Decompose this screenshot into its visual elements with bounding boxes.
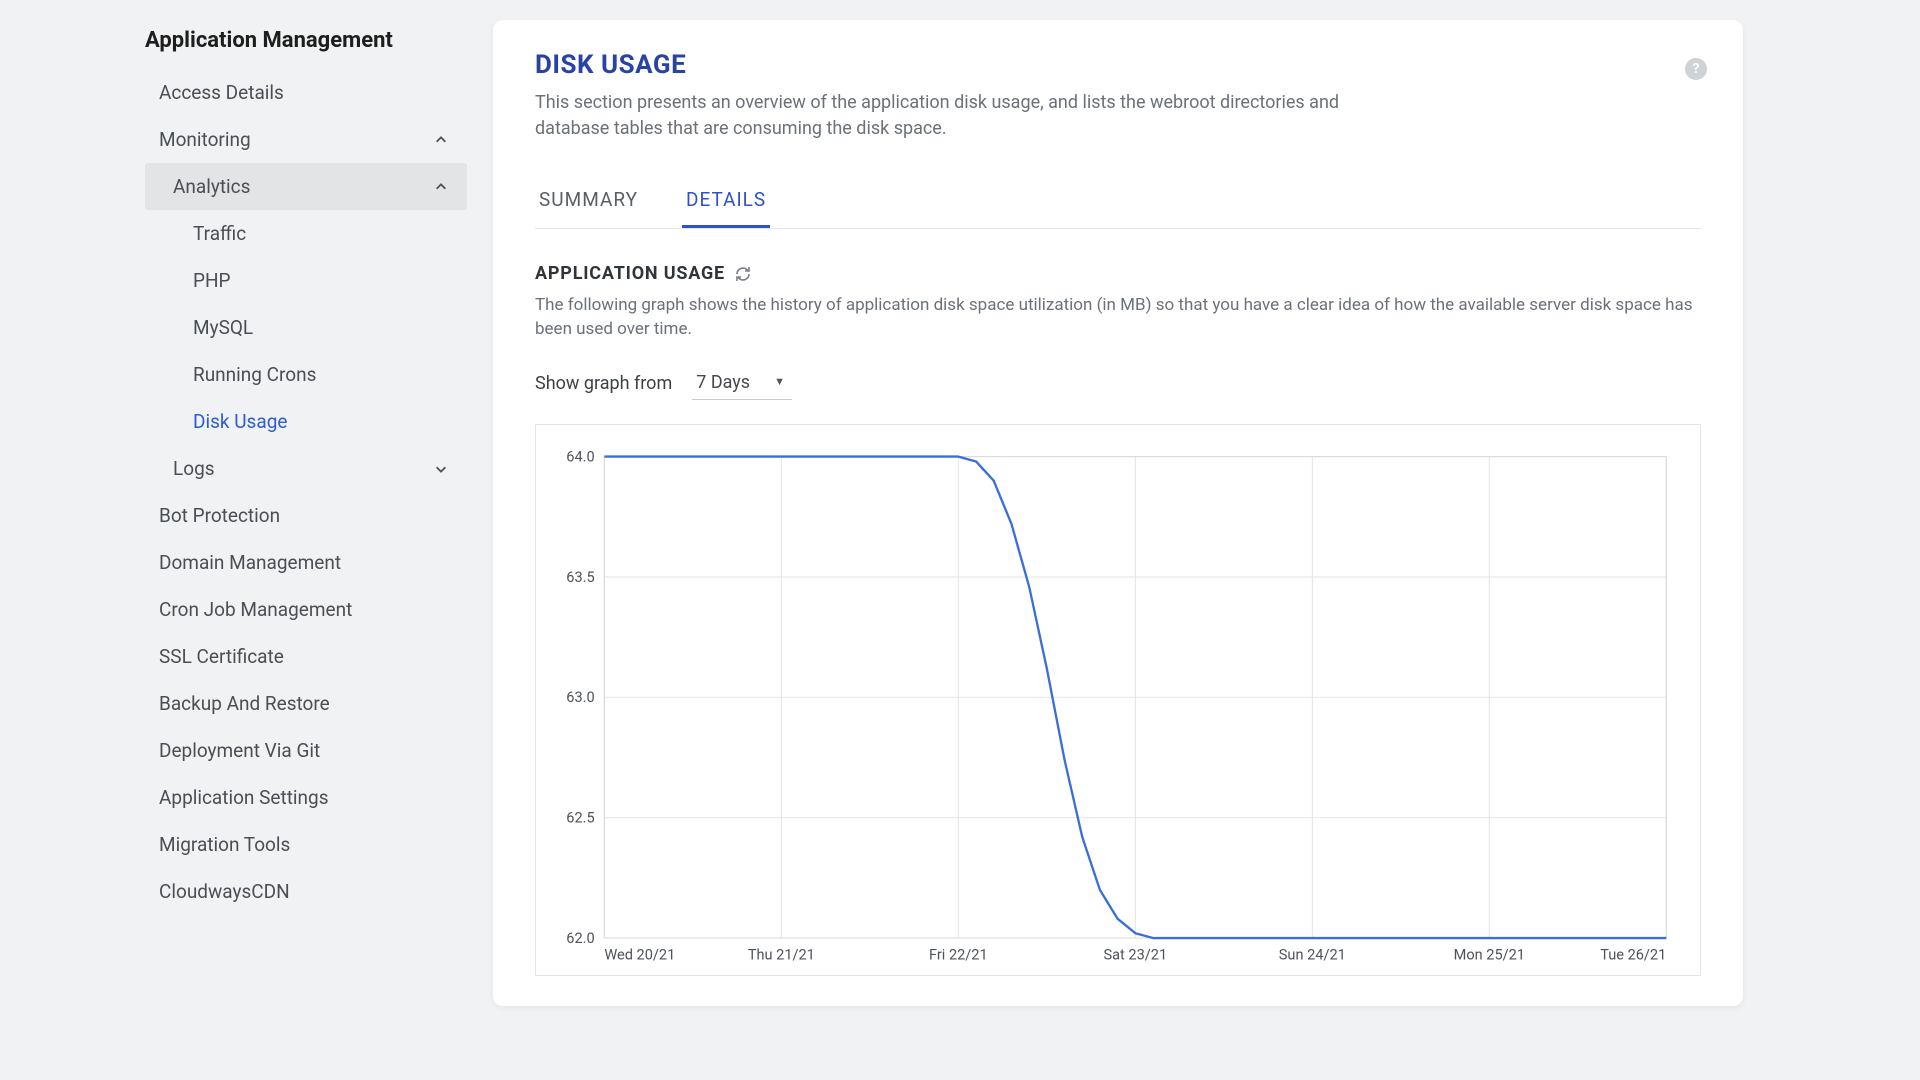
tab-bar: SUMMARY DETAILS bbox=[535, 188, 1701, 229]
sidebar-item-cron-job-management[interactable]: Cron Job Management bbox=[145, 586, 467, 633]
sidebar-item-label: Migration Tools bbox=[159, 833, 290, 856]
sidebar-item-bot-protection[interactable]: Bot Protection bbox=[145, 492, 467, 539]
svg-text:62.5: 62.5 bbox=[566, 808, 594, 826]
sidebar-item-label: Application Settings bbox=[159, 786, 329, 809]
sidebar-item-mysql[interactable]: MySQL bbox=[145, 304, 467, 351]
sidebar-item-label: Running Crons bbox=[193, 363, 316, 386]
sidebar-item-domain-management[interactable]: Domain Management bbox=[145, 539, 467, 586]
range-select[interactable]: 7 Days ▼ bbox=[692, 368, 792, 400]
sidebar-item-label: SSL Certificate bbox=[159, 645, 284, 668]
section-description: The following graph shows the history of… bbox=[535, 294, 1701, 342]
sidebar-item-disk-usage[interactable]: Disk Usage bbox=[145, 398, 467, 445]
sidebar-item-label: Bot Protection bbox=[159, 504, 280, 527]
sidebar-item-label: MySQL bbox=[193, 316, 253, 339]
svg-text:62.0: 62.0 bbox=[566, 929, 594, 947]
sidebar-item-label: Traffic bbox=[193, 222, 246, 245]
range-value: 7 Days bbox=[696, 372, 750, 393]
main-card: ? DISK USAGE This section presents an ov… bbox=[493, 20, 1743, 1006]
svg-text:Sat 23/21: Sat 23/21 bbox=[1104, 945, 1168, 963]
sidebar: Application Management Access Details Mo… bbox=[145, 20, 467, 1006]
svg-text:63.0: 63.0 bbox=[566, 688, 594, 706]
svg-text:64.0: 64.0 bbox=[566, 447, 594, 465]
sidebar-item-label: Access Details bbox=[159, 81, 284, 104]
sidebar-item-ssl-certificate[interactable]: SSL Certificate bbox=[145, 633, 467, 680]
chevron-up-icon bbox=[433, 132, 449, 148]
sidebar-item-analytics[interactable]: Analytics bbox=[145, 163, 467, 210]
refresh-icon[interactable] bbox=[735, 266, 751, 282]
sidebar-item-application-settings[interactable]: Application Settings bbox=[145, 774, 467, 821]
page-title: DISK USAGE bbox=[535, 50, 1701, 80]
chevron-up-icon bbox=[433, 179, 449, 195]
chevron-down-icon bbox=[433, 461, 449, 477]
sidebar-item-label: CloudwaysCDN bbox=[159, 880, 290, 903]
section-title: APPLICATION USAGE bbox=[535, 263, 725, 284]
svg-text:63.5: 63.5 bbox=[566, 568, 594, 586]
sidebar-item-label: PHP bbox=[193, 269, 231, 292]
sidebar-item-label: Domain Management bbox=[159, 551, 341, 574]
sidebar-item-label: Analytics bbox=[173, 175, 250, 198]
svg-text:Thu 21/21: Thu 21/21 bbox=[748, 945, 815, 963]
page-description: This section presents an overview of the… bbox=[535, 90, 1385, 142]
sidebar-item-label: Monitoring bbox=[159, 128, 251, 151]
sidebar-item-cloudways-cdn[interactable]: CloudwaysCDN bbox=[145, 868, 467, 915]
sidebar-item-label: Backup And Restore bbox=[159, 692, 330, 715]
tab-details[interactable]: DETAILS bbox=[682, 188, 770, 228]
sidebar-item-backup-restore[interactable]: Backup And Restore bbox=[145, 680, 467, 727]
help-icon[interactable]: ? bbox=[1685, 58, 1707, 80]
sidebar-item-traffic[interactable]: Traffic bbox=[145, 210, 467, 257]
svg-text:Tue 26/21: Tue 26/21 bbox=[1600, 945, 1666, 963]
svg-text:Mon 25/21: Mon 25/21 bbox=[1454, 945, 1525, 963]
sidebar-item-access-details[interactable]: Access Details bbox=[145, 69, 467, 116]
sidebar-item-monitoring[interactable]: Monitoring bbox=[145, 116, 467, 163]
usage-chart: 64.0 63.5 63.0 62.5 62.0 Wed 20/21 Thu 21/21 Fr… bbox=[535, 424, 1701, 976]
sidebar-item-label: Logs bbox=[173, 457, 215, 480]
range-label: Show graph from bbox=[535, 373, 672, 394]
caret-down-icon: ▼ bbox=[774, 375, 785, 388]
svg-text:Sun 24/21: Sun 24/21 bbox=[1279, 945, 1346, 963]
svg-text:Fri 22/21: Fri 22/21 bbox=[929, 945, 988, 963]
sidebar-item-label: Cron Job Management bbox=[159, 598, 352, 621]
svg-text:Wed 20/21: Wed 20/21 bbox=[604, 945, 675, 963]
sidebar-item-label: Disk Usage bbox=[193, 410, 287, 433]
sidebar-item-deployment-git[interactable]: Deployment Via Git bbox=[145, 727, 467, 774]
sidebar-title: Application Management bbox=[145, 20, 467, 69]
sidebar-item-label: Deployment Via Git bbox=[159, 739, 320, 762]
sidebar-item-running-crons[interactable]: Running Crons bbox=[145, 351, 467, 398]
sidebar-item-migration-tools[interactable]: Migration Tools bbox=[145, 821, 467, 868]
sidebar-item-php[interactable]: PHP bbox=[145, 257, 467, 304]
tab-summary[interactable]: SUMMARY bbox=[535, 188, 642, 228]
chart-svg: 64.0 63.5 63.0 62.5 62.0 Wed 20/21 Thu 21/21 Fr… bbox=[550, 443, 1676, 967]
sidebar-item-logs[interactable]: Logs bbox=[145, 445, 467, 492]
